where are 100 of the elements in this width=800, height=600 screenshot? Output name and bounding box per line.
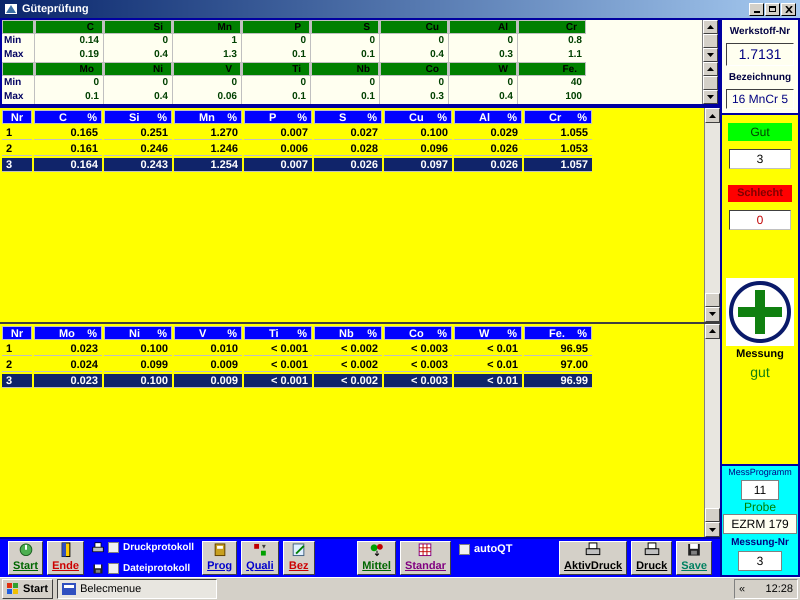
up-arrow-icon xyxy=(709,329,716,333)
table-cell: < 0.002 xyxy=(314,374,382,388)
tray-expand-button[interactable]: « xyxy=(739,580,746,598)
table-cell: 0 xyxy=(449,76,517,90)
table-cell: 0.099 xyxy=(104,358,172,372)
measurement-field: 3 xyxy=(738,551,782,571)
row-number[interactable]: 3 xyxy=(2,374,32,388)
table-cell: 0 xyxy=(104,34,172,48)
taskbar-item[interactable]: Belecmenue xyxy=(57,579,218,599)
table-cell: 96.95 xyxy=(524,342,592,356)
table-cell: 0.029 xyxy=(454,126,522,140)
table-cell: 0.1 xyxy=(311,48,379,62)
table-cell: < 0.001 xyxy=(244,342,312,356)
scrollbar-thumb[interactable] xyxy=(703,34,718,48)
table-cell: 0 xyxy=(311,34,379,48)
table-cell: 0.06 xyxy=(173,90,241,104)
table-cell: 0.165 xyxy=(34,126,102,140)
minimize-icon xyxy=(754,10,760,12)
start-button[interactable]: Start xyxy=(2,579,54,599)
scrollbar[interactable] xyxy=(702,20,718,62)
checkbox-label: Dateiprotokoll xyxy=(122,562,190,576)
table-cell: 0.251 xyxy=(104,126,172,140)
row-number[interactable]: 2 xyxy=(2,358,32,372)
table-cell: 0.097 xyxy=(384,158,452,172)
grid-icon xyxy=(417,542,434,558)
restore-icon xyxy=(769,6,776,12)
scrollbar-thumb[interactable] xyxy=(705,292,720,306)
scroll-up-button[interactable] xyxy=(703,20,718,34)
window-icon xyxy=(62,583,76,595)
table-cell: 0.4 xyxy=(104,48,172,62)
verdict-status: gut xyxy=(750,363,770,382)
close-button[interactable] xyxy=(781,2,796,16)
squares-icon xyxy=(7,583,19,595)
column-header: Co % xyxy=(384,326,452,340)
scroll-down-button[interactable] xyxy=(703,48,718,62)
sample-field: EZRM 179 xyxy=(723,514,797,534)
restore-button[interactable] xyxy=(765,2,780,16)
column-header: P % xyxy=(244,110,312,124)
toolbar-button[interactable]: Ende xyxy=(47,541,84,575)
row-number[interactable]: 1 xyxy=(2,126,32,140)
column-header: Mo xyxy=(35,62,103,76)
scrollbar[interactable] xyxy=(704,108,720,322)
column-header: Fe. % xyxy=(524,326,592,340)
up-arrow-icon xyxy=(707,25,714,30)
column-header: Nr xyxy=(2,326,32,340)
table-cell: 0.1 xyxy=(311,90,379,104)
toolbar-button[interactable]: Mittel xyxy=(357,541,396,575)
toolbar-button[interactable]: Prog xyxy=(202,541,238,575)
column-header: Al xyxy=(449,20,517,34)
column-header: Si % xyxy=(104,110,172,124)
scroll-up-button[interactable] xyxy=(705,108,720,123)
column-header: S % xyxy=(314,110,382,124)
checkbox[interactable] xyxy=(108,563,119,574)
table-cell: 0.009 xyxy=(174,374,242,388)
scroll-up-button[interactable] xyxy=(705,324,720,338)
scrollbar-thumb[interactable] xyxy=(705,508,720,522)
squares-icon xyxy=(252,542,268,558)
printer-icon xyxy=(92,542,104,554)
table-cell: 0.100 xyxy=(104,342,172,356)
toolbar-button[interactable]: Start xyxy=(8,541,44,575)
down-arrow-icon xyxy=(709,528,716,532)
row-number[interactable]: 2 xyxy=(2,142,32,156)
toolbar-button[interactable]: AktivDruck xyxy=(559,541,628,575)
column-header: Nr xyxy=(2,110,32,124)
toolbar-button[interactable]: Bez xyxy=(282,541,315,575)
scrollbar[interactable] xyxy=(702,62,718,104)
book-icon xyxy=(212,542,228,558)
good-count-field: 3 xyxy=(729,149,791,169)
checkbox[interactable] xyxy=(458,544,470,555)
name-field: 16 MnCr 5 xyxy=(726,89,794,109)
scroll-down-button[interactable] xyxy=(705,522,720,537)
column-header: Mn xyxy=(173,20,241,34)
table-cell: 0.096 xyxy=(384,142,452,156)
column-header: W xyxy=(449,62,517,76)
checkbox[interactable] xyxy=(108,542,119,553)
program-field: 11 xyxy=(741,480,779,500)
column-header: Cu % xyxy=(384,110,452,124)
field-label: MessProgramm xyxy=(728,466,792,479)
row-number[interactable]: 3 xyxy=(2,158,32,172)
scroll-up-button[interactable] xyxy=(703,62,718,76)
field-label: Werkstoff-Nr xyxy=(730,25,790,39)
scrollbar-thumb[interactable] xyxy=(703,76,718,90)
minimize-button[interactable] xyxy=(749,2,764,16)
table-cell: 0.007 xyxy=(244,126,312,140)
column-header: V % xyxy=(174,326,242,340)
toolbar-button[interactable]: Druck xyxy=(631,541,672,575)
clock: 12:28 xyxy=(765,582,793,597)
table-cell: 0.026 xyxy=(454,158,522,172)
toolbar-button[interactable]: Quali xyxy=(241,541,279,575)
scrollbar[interactable] xyxy=(704,324,720,537)
table-cell: 0.024 xyxy=(34,358,102,372)
scroll-down-button[interactable] xyxy=(703,90,718,104)
table-cell: 40 xyxy=(518,76,586,90)
row-number[interactable]: 1 xyxy=(2,342,32,356)
toolbar-button[interactable]: Standar xyxy=(400,541,451,575)
table-cell: 0 xyxy=(449,34,517,48)
scroll-down-button[interactable] xyxy=(705,306,720,322)
good-label: Gut xyxy=(728,123,792,141)
column-header: V xyxy=(173,62,241,76)
table-cell: 0 xyxy=(35,76,103,90)
